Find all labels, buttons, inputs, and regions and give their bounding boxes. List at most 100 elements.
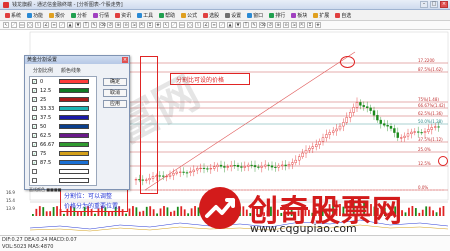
toolbar-tool-button[interactable]: ／ bbox=[11, 22, 17, 28]
menu-item-window[interactable]: 窗口 bbox=[244, 12, 266, 19]
cancel-button[interactable]: 取消 bbox=[103, 89, 127, 97]
formula-icon bbox=[181, 12, 187, 18]
ratio-row[interactable]: ✓ 66.67 bbox=[30, 140, 98, 149]
toolbar-tool-button[interactable]: ⌫ bbox=[259, 22, 266, 28]
toolbar-tool-button[interactable]: ✎ bbox=[91, 22, 97, 28]
ratio-row[interactable] bbox=[30, 167, 98, 176]
candle-body bbox=[250, 164, 253, 166]
toolbar-tool-button[interactable]: ⌫ bbox=[99, 22, 106, 28]
ratio-row[interactable]: ✓ 12.5 bbox=[30, 86, 98, 95]
title-bar: 钱龙旗舰 - 通达信金融终端 - [分析图表-个股走势] – □ × bbox=[0, 0, 450, 10]
toolbar-tool-button[interactable]: ≡ bbox=[211, 22, 217, 28]
maximize-button[interactable]: □ bbox=[430, 1, 438, 8]
candle-body bbox=[403, 135, 406, 138]
menu-item-system[interactable]: 系统 bbox=[2, 12, 24, 19]
candle-body bbox=[386, 125, 389, 127]
ratio-row[interactable] bbox=[30, 176, 98, 185]
toolbar-tool-button[interactable]: ⊖ bbox=[283, 22, 289, 28]
menu-item-news[interactable]: 资讯 bbox=[112, 12, 134, 19]
toolbar-tool-button[interactable]: ▼ bbox=[235, 22, 241, 28]
toolbar-tool-button[interactable]: T bbox=[83, 22, 89, 28]
candle-body bbox=[189, 171, 192, 173]
window-icon bbox=[247, 12, 253, 18]
toolbar-tool-button[interactable]: ⇱ bbox=[299, 22, 305, 28]
toolbar-tool-button[interactable]: ⟋ bbox=[219, 22, 225, 28]
ratio-row[interactable]: ✓ 25 bbox=[30, 95, 98, 104]
ratio-row[interactable]: ✓ 37.5 bbox=[30, 113, 98, 122]
brand-url[interactable]: www.cqgupiao.com bbox=[250, 222, 357, 235]
ok-button[interactable]: 确定 bbox=[103, 78, 127, 86]
toolbar-tool-button[interactable]: ↖ bbox=[163, 22, 169, 28]
color-swatch[interactable] bbox=[59, 106, 89, 111]
toolbar-tool-button[interactable]: ▲ bbox=[227, 22, 233, 28]
dialog-close-button[interactable]: × bbox=[122, 57, 128, 63]
close-button[interactable]: × bbox=[440, 1, 448, 8]
toolbar-tool-button[interactable]: ↺ bbox=[267, 22, 273, 28]
toolbar-tool-button[interactable]: ⟋ bbox=[59, 22, 65, 28]
color-swatch[interactable] bbox=[59, 160, 89, 165]
color-swatch[interactable] bbox=[59, 169, 89, 174]
color-swatch[interactable] bbox=[59, 124, 89, 129]
toolbar-tool-button[interactable]: ∡ bbox=[43, 22, 49, 28]
toolbar-tool-button[interactable]: ▲ bbox=[67, 22, 73, 28]
toolbar-tool-button[interactable]: ○ bbox=[187, 22, 193, 28]
menu-item-ranking[interactable]: 排行 bbox=[266, 12, 288, 19]
menu-item-settings[interactable]: 设置 bbox=[222, 12, 244, 19]
toolbar-tool-button[interactable]: ≡ bbox=[51, 22, 57, 28]
ratio-row[interactable]: ✓ 75 bbox=[30, 149, 98, 158]
menu-item-help[interactable]: 帮助 bbox=[156, 12, 178, 19]
toolbar-tool-button[interactable]: ⊖ bbox=[123, 22, 129, 28]
toolbar-tool-button[interactable]: ∡ bbox=[203, 22, 209, 28]
toolbar-tool-button[interactable]: ⊕ bbox=[115, 22, 121, 28]
ratio-row[interactable]: ✓ 33.33 bbox=[30, 104, 98, 113]
ratio-checkbox[interactable] bbox=[32, 178, 37, 183]
menu-item-sector[interactable]: 板块 bbox=[288, 12, 310, 19]
toolbar-tool-button[interactable]: ⊕ bbox=[275, 22, 281, 28]
toolbar-tool-button[interactable]: ／ bbox=[171, 22, 177, 28]
color-swatch[interactable] bbox=[59, 178, 89, 183]
color-swatch[interactable] bbox=[59, 115, 89, 120]
menu-item-screener[interactable]: 选股 bbox=[200, 12, 222, 19]
ratio-row[interactable]: ✓ 0 bbox=[30, 77, 98, 86]
toolbar-tool-button[interactable]: T bbox=[243, 22, 249, 28]
candle-body bbox=[226, 166, 230, 168]
color-swatch[interactable] bbox=[59, 97, 89, 102]
menu-item-extend[interactable]: 扩展 bbox=[310, 12, 332, 19]
menu-item-analysis[interactable]: 分析 bbox=[68, 12, 90, 19]
toolbar-tool-button[interactable]: ⎈ bbox=[315, 22, 321, 28]
toolbar-tool-button[interactable]: ▭ bbox=[179, 22, 185, 28]
toolbar-tool-button[interactable]: ↺ bbox=[107, 22, 113, 28]
toolbar-tool-button[interactable]: ⌇ bbox=[35, 22, 41, 28]
toolbar-tool-button[interactable]: ▭ bbox=[19, 22, 25, 28]
minimize-button[interactable]: – bbox=[420, 1, 428, 8]
ratio-list[interactable]: ✓ 0 ✓ 12.5 ✓ 25 ✓ 33.33 ✓ 37.5 ✓ 50 ✓ 62.5 ✓ 66.67 ✓ 75 ✓ 8… bbox=[29, 76, 97, 186]
toolbar-tool-button[interactable]: ▼ bbox=[75, 22, 81, 28]
apply-button[interactable]: 应用 bbox=[103, 100, 127, 108]
toolbar-tool-button[interactable]: ⎈ bbox=[155, 22, 161, 28]
color-swatch[interactable] bbox=[59, 79, 89, 84]
color-swatch[interactable] bbox=[59, 133, 89, 138]
ratio-row[interactable]: ✓ 50 bbox=[30, 122, 98, 131]
ratio-checkbox[interactable] bbox=[32, 169, 37, 174]
toolbar-tool-button[interactable]: ⌗ bbox=[307, 22, 313, 28]
menu-item-function[interactable]: 功能 bbox=[24, 12, 46, 19]
color-swatch[interactable] bbox=[59, 88, 89, 93]
toolbar-tool-button[interactable]: ⌗ bbox=[147, 22, 153, 28]
toolbar-tool-button[interactable]: ⇱ bbox=[139, 22, 145, 28]
ratio-row[interactable]: ✓ 62.5 bbox=[30, 131, 98, 140]
menu-item-tools[interactable]: 工具 bbox=[134, 12, 156, 19]
menu-item-watchlist[interactable]: 自选 bbox=[332, 12, 354, 19]
menu-item-formula[interactable]: 公式 bbox=[178, 12, 200, 19]
color-swatch[interactable] bbox=[59, 142, 89, 147]
toolbar-tool-button[interactable]: ⌇ bbox=[195, 22, 201, 28]
toolbar-tool-button[interactable]: ○ bbox=[27, 22, 33, 28]
toolbar-tool-button[interactable]: ⇲ bbox=[131, 22, 137, 28]
menu-item-market[interactable]: 行情 bbox=[90, 12, 112, 19]
ratio-row[interactable]: ✓ 87.5 bbox=[30, 158, 98, 167]
color-swatch[interactable] bbox=[59, 151, 89, 156]
menu-item-quote[interactable]: 报价 bbox=[46, 12, 68, 19]
toolbar-tool-button[interactable]: ⇲ bbox=[291, 22, 297, 28]
toolbar-tool-button[interactable]: ↖ bbox=[3, 22, 9, 28]
toolbar-tool-button[interactable]: ✎ bbox=[251, 22, 257, 28]
candle-body bbox=[233, 165, 236, 167]
